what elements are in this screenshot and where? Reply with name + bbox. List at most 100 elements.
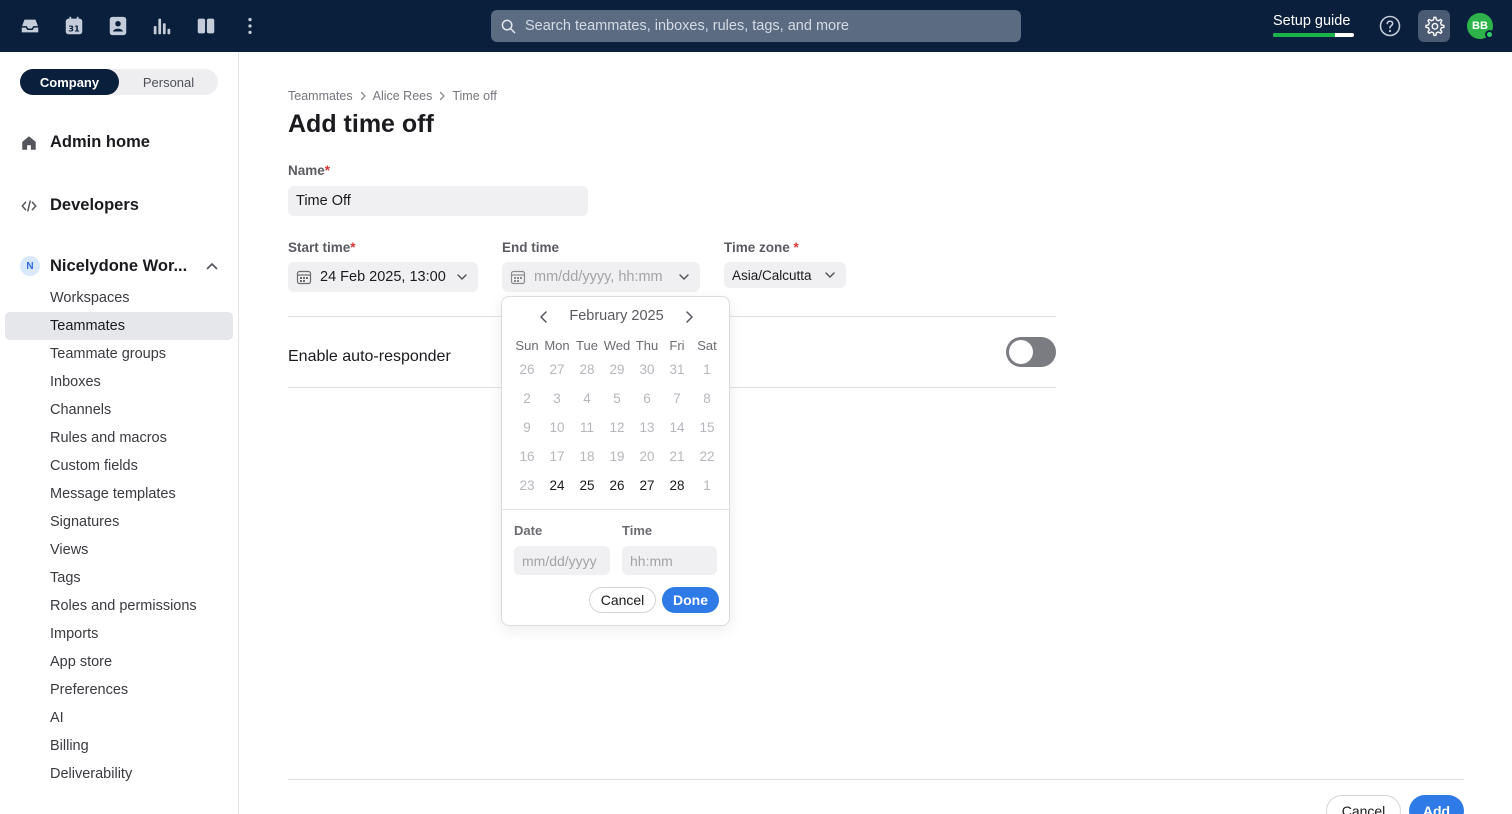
calendar-icon[interactable]: 31 [61,13,87,39]
sidebar-item-workspaces[interactable]: Workspaces [5,284,233,312]
settings-button[interactable] [1418,10,1450,42]
sidebar-item-views[interactable]: Views [5,536,233,564]
scope-company-tab[interactable]: Company [20,69,119,95]
calendar-day: 12 [609,420,625,435]
weekday-header-row: Sun Mon Tue Wed Thu Fri Sat [512,335,722,355]
weekday-label: Thu [635,337,659,353]
footer-add-button[interactable]: Add [1409,795,1464,814]
developers-label: Developers [50,196,139,214]
breadcrumb: Teammates Alice Rees Time off [288,89,497,103]
setup-guide-button[interactable]: Setup guide [1273,13,1355,37]
calendar-day[interactable]: 25 [572,478,602,493]
picker-time-label: Time [622,523,653,538]
page-title: Add time off [288,110,434,138]
calendar-day: 17 [549,449,565,464]
calendar-day: 1 [703,362,711,377]
sidebar-item-tags[interactable]: Tags [5,564,233,592]
calendar-day: 8 [703,391,711,406]
toggle-knob [1009,340,1033,364]
calendar-day: 19 [609,449,625,464]
sidebar-item-app-store[interactable]: App store [5,648,233,676]
sidebar-item-custom-fields[interactable]: Custom fields [5,452,233,480]
footer-cancel-button[interactable]: Cancel [1326,795,1401,814]
sidebar-item-imports[interactable]: Imports [5,620,233,648]
sidebar-item-channels[interactable]: Channels [5,396,233,424]
calendar-day: 23 [519,478,535,493]
tz-label-text: Time zone [724,240,790,255]
chevron-right-icon [360,91,366,101]
sidebar-item-message-templates[interactable]: Message templates [5,480,233,508]
analytics-icon[interactable] [149,13,175,39]
layout-icon[interactable] [193,13,219,39]
sidebar-item-ai[interactable]: AI [5,704,233,732]
start-time-value: 24 Feb 2025, 13:00 [320,269,446,285]
search-input[interactable] [525,18,1005,34]
time-zone-select[interactable]: Asia/Calcutta [724,262,846,288]
weekday-label: Sat [697,337,717,353]
name-input[interactable] [288,186,588,216]
calendar-day: 10 [549,420,565,435]
sidebar-item-deliverability[interactable]: Deliverability [5,760,233,788]
sidebar-item-rules-and-macros[interactable]: Rules and macros [5,424,233,452]
online-status-dot [1485,30,1494,39]
calendar-day[interactable]: 26 [602,478,632,493]
workspace-section-header[interactable]: N Nicelydone Wor... [20,256,220,276]
breadcrumb-alice-rees[interactable]: Alice Rees [373,89,433,103]
end-time-placeholder: mm/dd/yyyy, hh:mm [534,269,663,285]
calendar-day: 20 [639,449,655,464]
start-time-picker[interactable]: 24 Feb 2025, 13:00 [288,262,478,292]
calendar-day: 4 [583,391,591,406]
calendar-day[interactable]: 27 [632,478,662,493]
more-icon[interactable] [237,13,263,39]
calendar-day: 31 [669,362,685,377]
auto-responder-toggle[interactable] [1006,337,1056,367]
inbox-icon[interactable] [17,13,43,39]
required-mark: * [324,163,331,178]
gear-icon [1425,16,1445,37]
contacts-icon[interactable] [105,13,131,39]
picker-time-input[interactable] [622,546,717,575]
end-time-picker[interactable]: mm/dd/yyyy, hh:mm [502,262,700,292]
admin-home-link[interactable]: Admin home [20,133,150,152]
workspace-nav-list: Workspaces Teammates Teammate groups Inboxe… [5,284,233,788]
global-search[interactable] [491,10,1021,42]
breadcrumb-teammates[interactable]: Teammates [288,89,353,103]
calendar-day: 1 [703,478,711,493]
scope-personal-tab[interactable]: Personal [119,69,218,95]
admin-sidebar: Company Personal Admin home Developers N… [0,52,239,814]
picker-date-input[interactable] [514,546,610,575]
picker-done-button[interactable]: Done [662,587,719,613]
calendar-day[interactable]: 24 [542,478,572,493]
sidebar-item-teammate-groups[interactable]: Teammate groups [5,340,233,368]
help-icon[interactable] [1378,14,1402,38]
time-zone-label: Time zone * [724,240,799,255]
calendar-icon [510,270,526,285]
calendar-day: 6 [643,391,651,406]
sidebar-item-signatures[interactable]: Signatures [5,508,233,536]
sidebar-item-preferences[interactable]: Preferences [5,676,233,704]
chevron-right-icon[interactable] [681,309,697,325]
chevron-down-icon [457,274,467,280]
weekday-label: Sun [515,337,539,353]
developers-link[interactable]: Developers [20,196,139,215]
setup-progress-bar [1273,33,1354,37]
calendar-day: 9 [523,420,531,435]
chevron-up-icon[interactable] [205,259,219,273]
required-mark: * [350,240,356,255]
sidebar-item-billing[interactable]: Billing [5,732,233,760]
chevron-down-icon [825,272,835,278]
picker-divider [502,509,729,510]
sidebar-item-roles-and-permissions[interactable]: Roles and permissions [5,592,233,620]
calendar-day: 15 [699,420,715,435]
picker-date-label: Date [514,523,543,538]
setup-guide-label: Setup guide [1273,13,1351,29]
footer-divider [288,779,1464,780]
home-icon [22,135,36,150]
calendar-day[interactable]: 28 [662,478,692,493]
breadcrumb-time-off: Time off [452,89,497,103]
sidebar-item-inboxes[interactable]: Inboxes [5,368,233,396]
calendar-day: 18 [579,449,595,464]
picker-cancel-button[interactable]: Cancel [589,587,656,613]
sidebar-item-teammates[interactable]: Teammates [5,312,233,340]
calendar-week-row: 9 10 11 12 13 14 15 [512,413,722,442]
